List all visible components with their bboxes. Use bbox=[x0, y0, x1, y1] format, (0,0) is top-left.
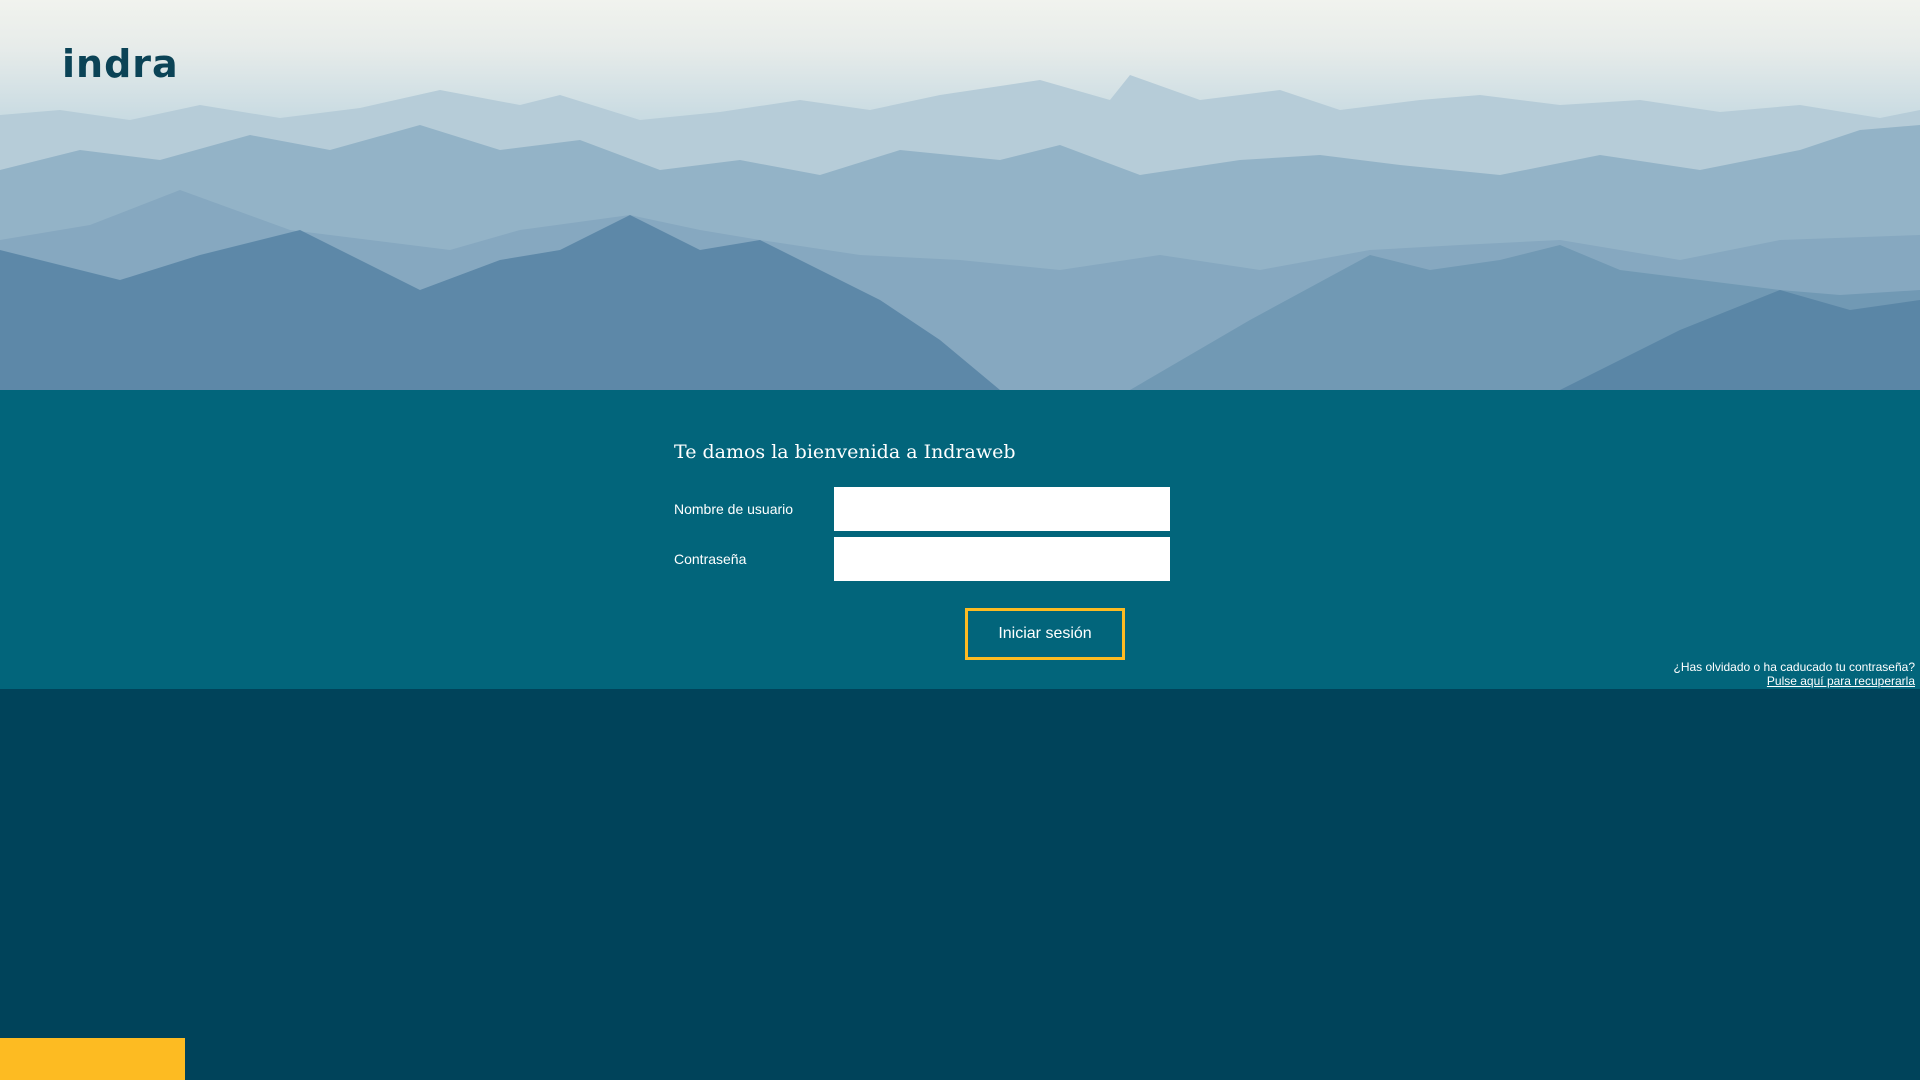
hero-mountain-image: indra bbox=[0, 0, 1920, 390]
password-recovery: ¿Has olvidado o ha caducado tu contraseñ… bbox=[1674, 660, 1916, 688]
recovery-question: ¿Has olvidado o ha caducado tu contraseñ… bbox=[1673, 660, 1916, 674]
login-button[interactable]: Iniciar sesión bbox=[965, 608, 1125, 660]
welcome-title: Te damos la bienvenida a Indraweb bbox=[674, 441, 1016, 463]
accent-block bbox=[0, 1038, 185, 1080]
indra-logo: indra bbox=[62, 42, 179, 86]
username-label: Nombre de usuario bbox=[674, 501, 794, 517]
password-label: Contraseña bbox=[674, 551, 747, 567]
recovery-link[interactable]: Pulse aquí para recuperarla bbox=[1767, 674, 1915, 688]
mountains-illustration bbox=[0, 75, 1920, 390]
username-input[interactable] bbox=[834, 487, 1170, 531]
password-input[interactable] bbox=[834, 537, 1170, 581]
